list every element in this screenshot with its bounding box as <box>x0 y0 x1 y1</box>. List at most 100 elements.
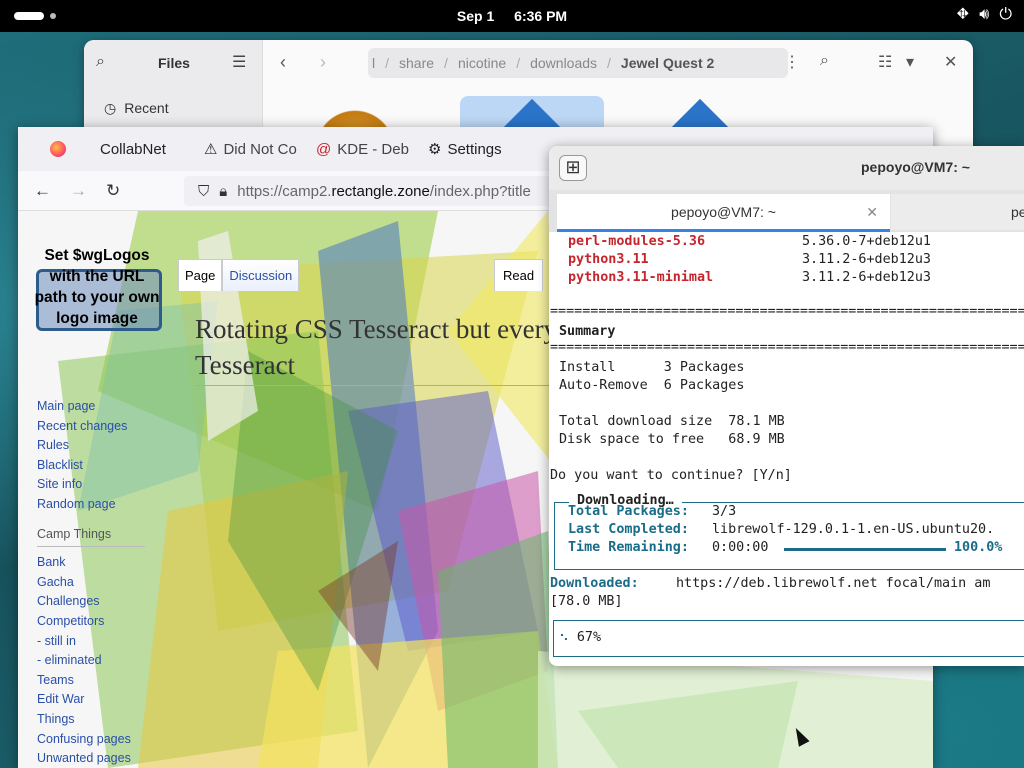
tab-label: Did Not Co <box>223 140 297 158</box>
tab-label: KDE - Deb <box>337 140 409 158</box>
back-icon[interactable]: ‹ <box>280 52 286 73</box>
sidebar-link[interactable]: Main page <box>37 397 145 417</box>
total-packages-value: 3/3 <box>712 504 737 519</box>
shield-icon: ⛉ <box>198 182 210 200</box>
tab-read[interactable]: Read <box>494 259 544 291</box>
sidebar-link[interactable]: - eliminated <box>37 651 145 671</box>
hamburger-menu-icon[interactable]: ☰ <box>232 52 246 72</box>
sidebar-heading: Camp Things <box>37 525 145 548</box>
install-progress-percent: 67% <box>576 630 602 645</box>
firefox-menu[interactable] <box>18 141 78 157</box>
page-tabs: Page Discussion <box>178 259 300 291</box>
volume-icon: 🔊︎ <box>979 6 990 23</box>
debian-icon: @ <box>316 140 332 158</box>
list-view-icon[interactable]: ☷ <box>878 52 892 72</box>
network-icon: ⛖ <box>956 6 970 23</box>
last-completed-value: librewolf-129.0.1-1.en-US.ubuntu20. <box>712 522 995 537</box>
package-name: python3.11 <box>568 252 649 267</box>
sidebar-link[interactable]: Gacha <box>37 573 145 593</box>
spinner-icon: ⠢ <box>559 630 569 645</box>
breadcrumb-item[interactable]: share <box>399 55 434 71</box>
tab-collabnet[interactable]: CollabNet <box>78 141 192 158</box>
close-icon[interactable]: ✕ <box>944 52 957 72</box>
tab-kde-deb[interactable]: @ KDE - Deb <box>304 141 416 158</box>
install-count: Install 3 Packages <box>559 360 745 375</box>
sidebar-link[interactable]: Teams <box>37 671 145 691</box>
forward-icon[interactable]: → <box>70 181 87 201</box>
terminal-tab-active[interactable]: pepoyo@VM7: ~ ✕ <box>557 194 890 232</box>
sidebar-link[interactable]: Rules <box>37 436 145 456</box>
clock-time: 6:36 PM <box>514 8 568 24</box>
breadcrumb[interactable]: l / share / nicotine / downloads / Jewel… <box>368 48 788 78</box>
sidebar-link[interactable]: - still in <box>37 632 145 652</box>
back-icon[interactable]: ← <box>34 181 51 201</box>
chevron-down-icon[interactable]: ▾ <box>906 52 914 72</box>
terminal-tab-label: pe <box>1011 204 1024 220</box>
terminal-tabs: pepoyo@VM7: ~ ✕ pe <box>549 190 1024 232</box>
power-icon: ⏻ <box>999 6 1012 23</box>
gear-icon: ⚙ <box>428 141 442 158</box>
sidebar-link[interactable]: Unwanted pages <box>37 749 145 768</box>
sidebar-link[interactable]: Edit War <box>37 690 145 710</box>
sidebar-link[interactable]: Random page <box>37 495 145 515</box>
tab-label: Settings <box>447 140 502 158</box>
terminal-header: ⊞ pepoyo@VM7: ~ <box>549 146 1024 190</box>
package-version: 3.11.2-6+deb12u3 <box>802 252 931 267</box>
breadcrumb-ellipsis: l <box>372 55 376 71</box>
disk-space: Disk space to free 68.9 MB <box>559 432 785 447</box>
breadcrumb-item[interactable]: Jewel Quest 2 <box>621 55 714 71</box>
separator-rule: ========================================… <box>550 340 1024 355</box>
plus-icon: ⊞ <box>565 157 581 177</box>
tab-did-not-co[interactable]: ⚠ Did Not Co <box>192 140 304 159</box>
breadcrumb-item[interactable]: downloads <box>530 55 597 71</box>
sidebar-link[interactable]: Recent changes <box>37 417 145 437</box>
package-name: python3.11-minimal <box>568 270 714 285</box>
total-packages-label: Total Packages: <box>568 504 689 519</box>
sidebar-link[interactable]: Things <box>37 710 145 730</box>
warning-icon: ⚠ <box>204 141 218 158</box>
url-text: https://camp2.rectangle.zone/index.php?t… <box>237 182 531 200</box>
files-title: Files <box>158 55 190 71</box>
sidebar-link[interactable]: Site info <box>37 475 145 495</box>
downloaded-url: https://deb.librewolf.net focal/main am <box>676 576 991 591</box>
site-logo-text[interactable]: Set $wgLogos with the URL path to your o… <box>34 245 160 329</box>
reload-icon[interactable]: ↻ <box>106 181 120 201</box>
sidebar-item-recent[interactable]: ◷ Recent <box>104 100 177 117</box>
url-bar[interactable]: ⛉ 🔒︎ https://camp2.rectangle.zone/index.… <box>184 176 584 206</box>
time-remaining-value: 0:00:00 <box>712 540 769 555</box>
clock[interactable]: Sep 1 6:36 PM <box>0 8 1024 24</box>
download-size: Total download size 78.1 MB <box>559 414 785 429</box>
clock-date: Sep 1 <box>456 8 495 24</box>
tab-page[interactable]: Page <box>178 259 223 291</box>
page-title: Rotating CSS Tesseract but every Tessera… <box>195 311 595 386</box>
forward-icon[interactable]: › <box>320 52 326 73</box>
clock-icon: ◷ <box>104 100 117 116</box>
terminal-tab[interactable]: pe <box>891 194 1024 230</box>
tab-settings[interactable]: ⚙ Settings <box>416 140 526 159</box>
terminal-output[interactable]: perl-modules-5.36 5.36.0-7+deb12u1 pytho… <box>549 232 1024 666</box>
search-icon[interactable]: ⌕ <box>96 53 105 71</box>
downloaded-size: [78.0 MB] <box>550 594 623 609</box>
sidebar-link[interactable]: Challenges <box>37 592 145 612</box>
system-tray[interactable]: ⛖ 🔊︎ ⏻ <box>956 6 1012 24</box>
search-folder-icon[interactable]: ⌕ <box>820 52 829 70</box>
close-icon[interactable]: ✕ <box>866 204 878 221</box>
summary-heading: Summary <box>559 324 616 339</box>
sidebar-link[interactable]: Bank <box>37 553 145 573</box>
sidebar-link[interactable]: Blacklist <box>37 456 145 476</box>
new-tab-button[interactable]: ⊞ <box>559 155 587 181</box>
downloaded-label: Downloaded: <box>550 576 639 591</box>
top-bar: Sep 1 6:36 PM ⛖ 🔊︎ ⏻ <box>0 0 1024 32</box>
continue-prompt: Do you want to continue? [Y/n] <box>550 468 792 483</box>
terminal-tab-label: pepoyo@VM7: ~ <box>671 203 776 220</box>
sidebar-link[interactable]: Competitors <box>37 612 145 632</box>
sidebar-link[interactable]: Confusing pages <box>37 730 145 750</box>
kebab-menu-icon[interactable]: ⋮ <box>784 52 800 72</box>
separator-rule: ========================================… <box>550 304 1024 319</box>
time-remaining-label: Time Remaining: <box>568 540 689 555</box>
terminal-window-title: pepoyo@VM7: ~ <box>861 159 970 175</box>
download-progress-bar <box>784 548 946 551</box>
terminal-window[interactable]: ⊞ pepoyo@VM7: ~ pepoyo@VM7: ~ ✕ pe perl-… <box>549 146 1024 666</box>
breadcrumb-item[interactable]: nicotine <box>458 55 506 71</box>
tab-discussion[interactable]: Discussion <box>222 259 300 291</box>
